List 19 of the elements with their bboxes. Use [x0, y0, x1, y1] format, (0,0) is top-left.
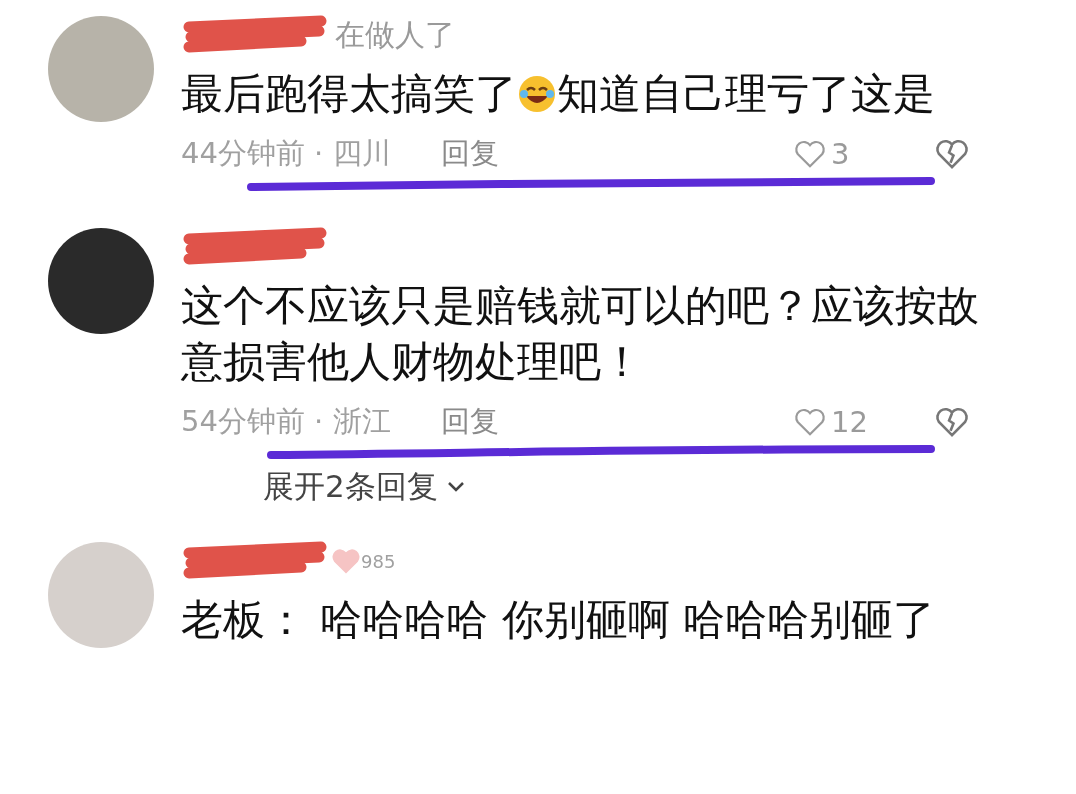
broken-heart-icon[interactable]: [933, 138, 971, 170]
heart-icon: [793, 139, 827, 169]
broken-heart-icon[interactable]: [933, 406, 971, 438]
fan-level-number: 985: [361, 550, 396, 572]
heart-icon: [793, 407, 827, 437]
comment-time-location: 44分钟前 · 四川: [181, 135, 391, 172]
comment-text: 这个不应该只是赔钱就可以的吧？应该按故意损害他人财物处理吧！: [181, 280, 980, 388]
like-button[interactable]: 12: [793, 405, 903, 439]
comment-text: 最后跑得太搞笑了 知道自己理亏了这是: [181, 68, 936, 120]
reply-link[interactable]: 回复: [440, 402, 499, 442]
chevron-down-icon: [445, 480, 466, 494]
like-button[interactable]: 3: [793, 137, 903, 171]
username[interactable]: 在做人了: [335, 14, 455, 56]
heart-icon: [331, 547, 361, 575]
reply-link[interactable]: 回复: [440, 134, 499, 174]
laughing-emoji-icon: [517, 74, 557, 114]
comment-time-location: 54分钟前 · 浙江: [181, 403, 391, 440]
comment-text: 老板： 哈哈哈哈 你别砸啊 哈哈哈别砸了: [181, 594, 937, 646]
expand-replies-button[interactable]: 展开2条回复: [263, 466, 1001, 508]
